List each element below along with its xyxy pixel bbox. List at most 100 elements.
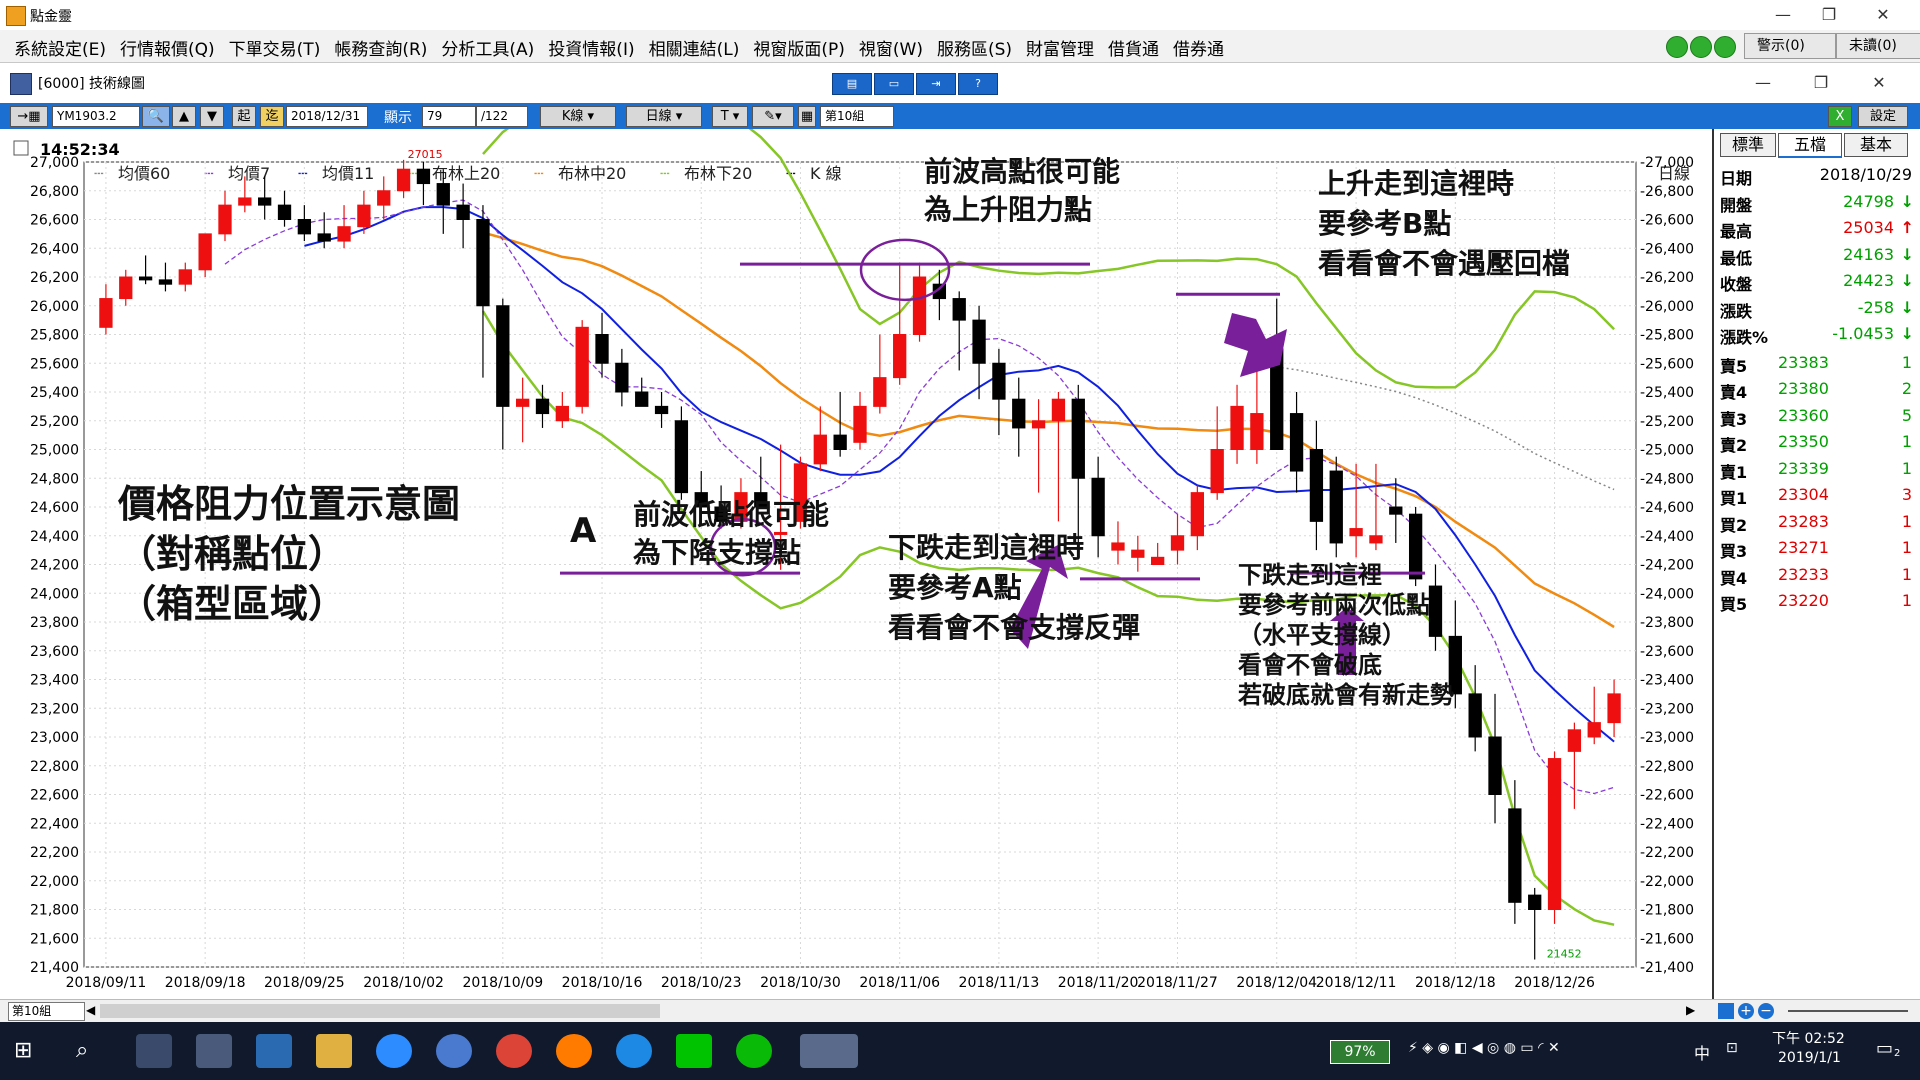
date-field[interactable]: 2018/12/31 bbox=[286, 106, 368, 127]
scroll-left-icon[interactable]: ◀ bbox=[86, 1003, 95, 1017]
menu-item[interactable]: 系統設定(E) bbox=[14, 35, 106, 60]
y-tick-label-right: -22,200 bbox=[1640, 845, 1694, 861]
chart-close-icon[interactable]: ✕ bbox=[1856, 68, 1902, 98]
mail-icon[interactable] bbox=[196, 1034, 232, 1068]
search-icon[interactable]: 🔍 bbox=[142, 106, 170, 127]
start-button[interactable]: 起 bbox=[232, 106, 256, 127]
excel-icon[interactable]: X bbox=[1828, 106, 1852, 127]
up-arrow-icon[interactable]: ▲ bbox=[172, 106, 196, 127]
menu-item[interactable]: 視窗版面(P) bbox=[753, 35, 845, 60]
grid-icon[interactable]: ▦ bbox=[798, 106, 816, 127]
link-arrow-icon[interactable]: →▦ bbox=[10, 106, 48, 127]
export-icon[interactable]: ⇥ bbox=[916, 73, 956, 95]
zoom-fit-icon[interactable] bbox=[1718, 1003, 1734, 1019]
chart-area[interactable]: 14:52:34 ┄ 均價60 ┄ 均價7 ┄ 均價11 ┄ 布林上20 ┄ 布林中20 ┄ 布林下20… bbox=[0, 129, 1712, 999]
quote-row: 開盤 24798 ↓ bbox=[1720, 192, 1916, 218]
windows-start-icon[interactable]: ⊞ bbox=[14, 1038, 40, 1064]
tab-five-levels[interactable]: 五檔 bbox=[1778, 133, 1842, 158]
kline-select[interactable]: K線 ▾ bbox=[540, 106, 616, 127]
order-book-row[interactable]: 買4 23233 1 bbox=[1720, 565, 1916, 591]
chart-maximize-icon[interactable]: ❐ bbox=[1798, 68, 1844, 98]
group-select[interactable]: 第10組 bbox=[820, 106, 894, 127]
order-book-row[interactable]: 買1 23304 3 bbox=[1720, 485, 1916, 511]
legend-marker: ┄ bbox=[94, 164, 104, 183]
menu-item[interactable]: 視窗(W) bbox=[859, 35, 923, 60]
store-icon[interactable] bbox=[136, 1034, 172, 1068]
candle-body bbox=[773, 531, 788, 535]
tab-standard[interactable]: 標準 bbox=[1720, 133, 1776, 157]
low-price-label: 21452 bbox=[1547, 948, 1582, 961]
maximize-icon[interactable]: ❐ bbox=[1806, 0, 1852, 30]
zoom-out-icon[interactable]: − bbox=[1758, 1003, 1774, 1019]
close-icon[interactable]: ✕ bbox=[1860, 0, 1906, 30]
clock-date[interactable]: 2019/1/1 bbox=[1778, 1050, 1841, 1066]
x-tick-label: 2018/12/04 bbox=[1236, 975, 1317, 991]
menu-item[interactable]: 行情報價(Q) bbox=[120, 35, 215, 60]
zoom-slider[interactable] bbox=[1788, 1010, 1908, 1012]
ime-mode-icon[interactable]: ⊡ bbox=[1726, 1040, 1738, 1056]
scroll-thumb[interactable] bbox=[100, 1004, 660, 1018]
clock-time[interactable]: 下午 02:52 bbox=[1772, 1028, 1845, 1048]
chrome-icon[interactable] bbox=[496, 1034, 532, 1068]
zoom-in-icon[interactable]: + bbox=[1738, 1003, 1754, 1019]
menu-item[interactable]: 下單交易(T) bbox=[229, 35, 321, 60]
tab-basic[interactable]: 基本 bbox=[1844, 133, 1908, 157]
candlestick-chart[interactable]: 14:52:34┄ 均價60 ┄ 均價7 ┄ 均價11 ┄ 布林上20 ┄ 布林中20 ┄ 布林下20… bbox=[0, 129, 1712, 999]
symbol-select[interactable]: YM1903.2 bbox=[52, 106, 140, 127]
vpn-icon[interactable] bbox=[436, 1034, 472, 1068]
y-tick-label-right: -24,600 bbox=[1640, 500, 1694, 516]
ime-indicator[interactable]: 中 bbox=[1694, 1040, 1710, 1064]
tray-icons[interactable]: ⚡ ◈ ◉ ◧ ◀ ◎ ◍ ▭ ◜ ✕ bbox=[1408, 1040, 1560, 1056]
chart-scrollbar[interactable]: 第10組 ◀ ▶ bbox=[0, 999, 1712, 1022]
menu-item[interactable]: 投資情報(I) bbox=[548, 35, 634, 60]
order-price: 23271 bbox=[1778, 538, 1829, 557]
app-icon[interactable] bbox=[256, 1034, 292, 1068]
y-tick-label-right: -21,400 bbox=[1640, 960, 1694, 976]
y-tick-label: 26,200 bbox=[30, 270, 79, 286]
order-book-row[interactable]: 賣1 23339 1 bbox=[1720, 459, 1916, 485]
notification-icon[interactable]: ▭ bbox=[1876, 1038, 1893, 1059]
window-icon[interactable]: ▭ bbox=[874, 73, 914, 95]
settings-button[interactable]: 設定 bbox=[1858, 106, 1908, 127]
search-icon[interactable]: ⌕ bbox=[76, 1038, 88, 1063]
order-book-row[interactable]: 賣4 23380 2 bbox=[1720, 379, 1916, 405]
quote-value: -1.0453 bbox=[1832, 324, 1894, 343]
group-select-bottom[interactable]: 第10組 bbox=[8, 1002, 85, 1021]
display-count-field[interactable]: 79 bbox=[422, 106, 476, 127]
order-book-row[interactable]: 賣3 23360 5 bbox=[1720, 406, 1916, 432]
help-icon[interactable]: ? bbox=[958, 73, 998, 95]
down-arrow-icon[interactable]: ▼ bbox=[200, 106, 224, 127]
order-book-row[interactable]: 賣5 23383 1 bbox=[1720, 353, 1916, 379]
menu-item[interactable]: 相關連結(L) bbox=[649, 35, 740, 60]
menu-item[interactable]: 借券通 bbox=[1173, 35, 1224, 60]
end-button[interactable]: 迄 bbox=[260, 106, 284, 127]
ie-icon[interactable] bbox=[616, 1034, 652, 1068]
file-explorer-icon[interactable] bbox=[316, 1034, 352, 1068]
period-select[interactable]: 日線 ▾ bbox=[626, 106, 702, 127]
scroll-right-icon[interactable]: ▶ bbox=[1686, 1003, 1695, 1017]
dianjinling-app-icon[interactable] bbox=[800, 1034, 858, 1068]
menu-item[interactable]: 服務區(S) bbox=[937, 35, 1012, 60]
unread-button[interactable]: 未讀(0) bbox=[1836, 33, 1920, 59]
menu-item[interactable]: 帳務查詢(R) bbox=[334, 35, 427, 60]
order-book-row[interactable]: 買2 23283 1 bbox=[1720, 512, 1916, 538]
order-book-row[interactable]: 買5 23220 1 bbox=[1720, 591, 1916, 617]
y-tick-label-right: -26,800 bbox=[1640, 184, 1694, 200]
chart-minimize-icon[interactable]: — bbox=[1740, 68, 1786, 98]
layout-icon[interactable]: ▤ bbox=[832, 73, 872, 95]
menu-item[interactable]: 借貨通 bbox=[1108, 35, 1159, 60]
alert-button[interactable]: 警示(0) bbox=[1744, 33, 1836, 59]
zoom-app-icon[interactable] bbox=[376, 1034, 412, 1068]
candle-body bbox=[377, 190, 391, 206]
minimize-icon[interactable]: — bbox=[1760, 0, 1806, 30]
draw-tool-icon[interactable]: ✎▾ bbox=[752, 106, 794, 127]
wechat-icon[interactable] bbox=[736, 1034, 772, 1068]
firefox-icon[interactable] bbox=[556, 1034, 592, 1068]
order-book-row[interactable]: 買3 23271 1 bbox=[1720, 538, 1916, 564]
menu-item[interactable]: 分析工具(A) bbox=[441, 35, 534, 60]
order-book-row[interactable]: 賣2 23350 1 bbox=[1720, 432, 1916, 458]
candle-body bbox=[635, 391, 649, 407]
menu-item[interactable]: 財富管理 bbox=[1026, 35, 1094, 60]
line-icon[interactable] bbox=[676, 1034, 712, 1068]
text-tool-button[interactable]: T ▾ bbox=[712, 106, 748, 127]
